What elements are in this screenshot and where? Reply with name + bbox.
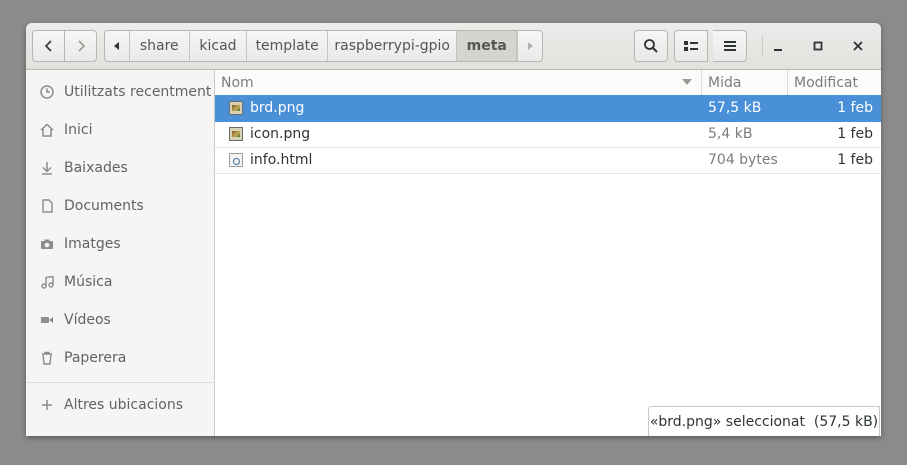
column-header-modified-label: Modificat: [794, 74, 859, 91]
sidebar-item-label: Altres ubicacions: [64, 397, 184, 413]
sidebar-item-label: Paperera: [64, 350, 127, 366]
breadcrumb: share kicad template raspberrypi-gpio me…: [104, 30, 543, 62]
breadcrumb-scroll-left-button[interactable]: [105, 31, 130, 61]
sort-descending-icon: [682, 79, 692, 85]
column-header: Nom Mida Modificat: [215, 70, 881, 96]
html-file-icon: [229, 153, 243, 167]
menu-button[interactable]: [713, 30, 747, 62]
search-button[interactable]: [634, 30, 668, 62]
sidebar: Utilitzats recentment Inici Baixades Doc…: [26, 70, 215, 436]
sidebar-item-pictures[interactable]: Imatges: [26, 228, 214, 260]
file-modified: 1 feb: [837, 126, 873, 142]
close-icon: [853, 41, 863, 51]
breadcrumb-scroll-right-button[interactable]: [517, 31, 542, 61]
table-row[interactable]: info.html 704 bytes 1 feb: [215, 147, 881, 174]
header-bar: share kicad template raspberrypi-gpio me…: [26, 23, 881, 70]
sidebar-item-label: Vídeos: [64, 312, 111, 328]
selection-status: «brd.png» seleccionat (57,5 kB): [648, 406, 880, 436]
sidebar-item-home[interactable]: Inici: [26, 114, 214, 146]
sidebar-item-label: Imatges: [64, 236, 121, 252]
file-modified: 1 feb: [837, 100, 873, 116]
image-file-icon: [229, 101, 243, 115]
sidebar-item-label: Baixades: [64, 160, 128, 176]
sidebar-item-documents[interactable]: Documents: [26, 190, 214, 222]
file-list: Nom Mida Modificat brd.png 57,5 kB 1 feb…: [215, 70, 881, 436]
breadcrumb-item-meta[interactable]: meta: [457, 31, 518, 61]
back-button[interactable]: [32, 30, 65, 62]
column-header-size-label: Mida: [708, 74, 742, 91]
file-size: 704 bytes: [708, 152, 778, 168]
close-button[interactable]: [842, 30, 874, 62]
breadcrumb-item-kicad[interactable]: kicad: [190, 31, 248, 61]
minimize-button[interactable]: [762, 30, 794, 62]
file-manager-window: share kicad template raspberrypi-gpio me…: [26, 23, 881, 436]
breadcrumb-item-template[interactable]: template: [247, 31, 328, 61]
maximize-button[interactable]: [802, 30, 834, 62]
list-view-icon: [684, 41, 698, 51]
chevron-right-icon: [77, 40, 85, 52]
trash-icon: [39, 350, 55, 366]
column-header-size[interactable]: Mida: [701, 70, 787, 95]
file-name: brd.png: [250, 100, 305, 116]
view-options-button[interactable]: [674, 30, 708, 62]
home-icon: [39, 122, 55, 138]
sidebar-separator: [26, 382, 214, 383]
table-row[interactable]: brd.png 57,5 kB 1 feb: [215, 95, 881, 122]
music-icon: [39, 274, 55, 290]
file-name-cell: info.html: [229, 147, 312, 173]
maximize-icon: [813, 41, 823, 51]
sidebar-item-label: Inici: [64, 122, 93, 138]
table-row[interactable]: icon.png 5,4 kB 1 feb: [215, 121, 881, 148]
hamburger-icon: [723, 41, 736, 51]
column-header-name[interactable]: Nom: [221, 70, 700, 95]
triangle-right-icon: [528, 42, 534, 50]
sidebar-item-label: Documents: [64, 198, 144, 214]
triangle-left-icon: [113, 42, 119, 50]
chevron-left-icon: [44, 40, 52, 52]
minimize-icon: [774, 49, 782, 51]
sidebar-item-other-locations[interactable]: Altres ubicacions: [26, 389, 214, 421]
file-modified: 1 feb: [837, 152, 873, 168]
download-icon: [39, 160, 55, 176]
file-name-cell: brd.png: [229, 95, 304, 121]
sidebar-item-music[interactable]: Música: [26, 266, 214, 298]
plus-icon: [39, 397, 55, 413]
image-file-icon: [229, 127, 243, 141]
file-name-cell: icon.png: [229, 121, 310, 147]
column-header-name-label: Nom: [221, 74, 254, 91]
file-size: 5,4 kB: [708, 126, 753, 142]
sidebar-item-downloads[interactable]: Baixades: [26, 152, 214, 184]
sidebar-item-trash[interactable]: Paperera: [26, 342, 214, 374]
document-icon: [39, 198, 55, 214]
file-name: info.html: [250, 152, 313, 168]
breadcrumb-item-raspberrypi-gpio[interactable]: raspberrypi-gpio: [328, 31, 458, 61]
video-icon: [39, 312, 55, 328]
column-header-modified[interactable]: Modificat: [787, 70, 881, 95]
file-size: 57,5 kB: [708, 100, 762, 116]
sidebar-item-videos[interactable]: Vídeos: [26, 304, 214, 336]
sidebar-item-label: Utilitzats recentment: [64, 84, 212, 100]
clock-icon: [39, 84, 55, 100]
camera-icon: [39, 236, 55, 252]
file-name: icon.png: [250, 126, 311, 142]
breadcrumb-item-share[interactable]: share: [130, 31, 190, 61]
sidebar-item-label: Música: [64, 274, 113, 290]
forward-button[interactable]: [64, 30, 97, 62]
sidebar-item-recent[interactable]: Utilitzats recentment: [26, 76, 214, 108]
search-icon: [644, 39, 658, 53]
